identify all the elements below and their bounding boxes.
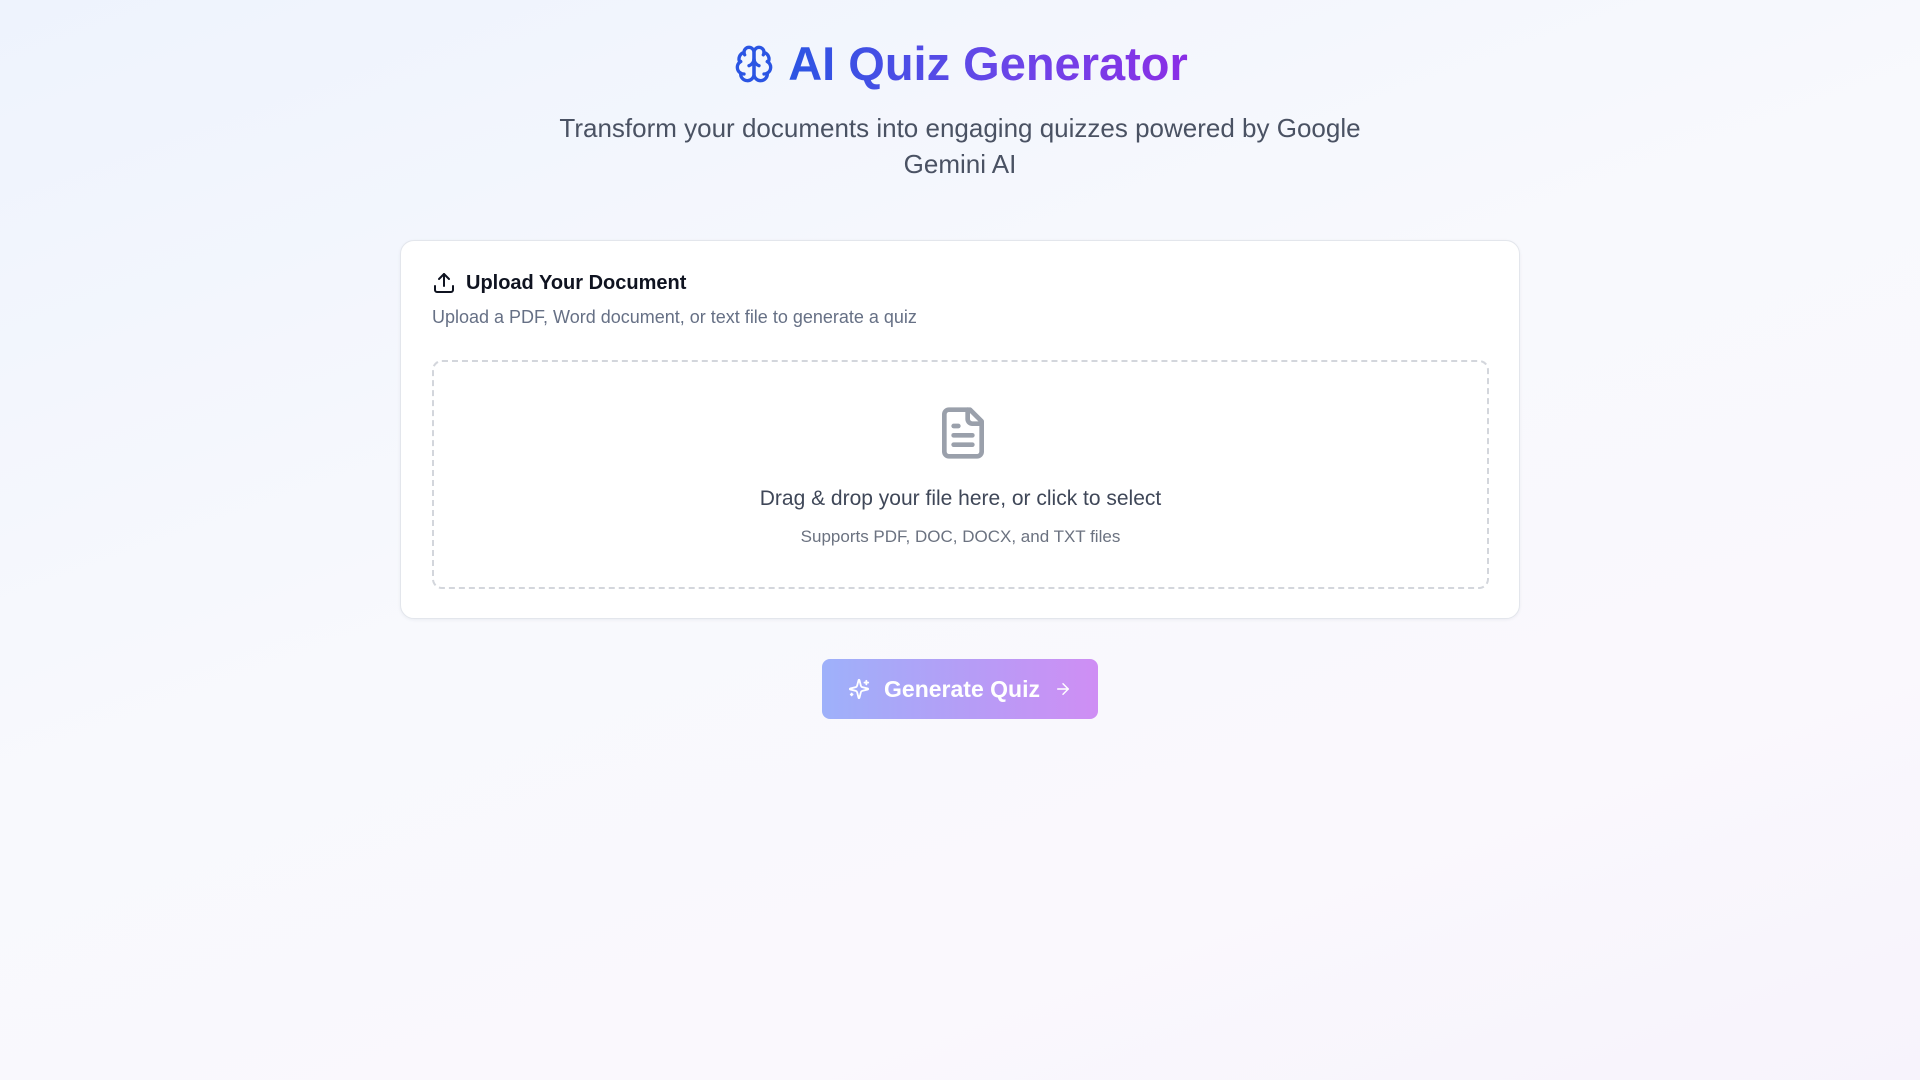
upload-icon [432,271,456,295]
generate-quiz-label: Generate Quiz [884,675,1040,702]
upload-card: Upload Your Document Upload a PDF, Word … [400,240,1520,619]
generate-quiz-button[interactable]: Generate Quiz [822,659,1098,719]
arrow-right-icon [1054,680,1072,698]
page-subtitle: Transform your documents into engaging q… [559,113,1361,179]
upload-card-description: Upload a PDF, Word document, or text fil… [432,307,917,327]
upload-card-header: Upload Your Document [432,271,686,295]
brain-icon [732,42,776,86]
title-row: AI Quiz Generator [0,34,1920,94]
sparkles-icon [848,678,870,700]
upload-card-title: Upload Your Document [466,271,687,294]
page-title: AI Quiz Generator [788,34,1188,94]
file-dropzone[interactable]: Drag & drop your file here, or click to … [432,360,1489,589]
dropzone-supported-types: Supports PDF, DOC, DOCX, and TXT files [800,527,1121,546]
file-text-icon [935,402,991,464]
dropzone-main-text: Drag & drop your file here, or click to … [759,487,1162,510]
